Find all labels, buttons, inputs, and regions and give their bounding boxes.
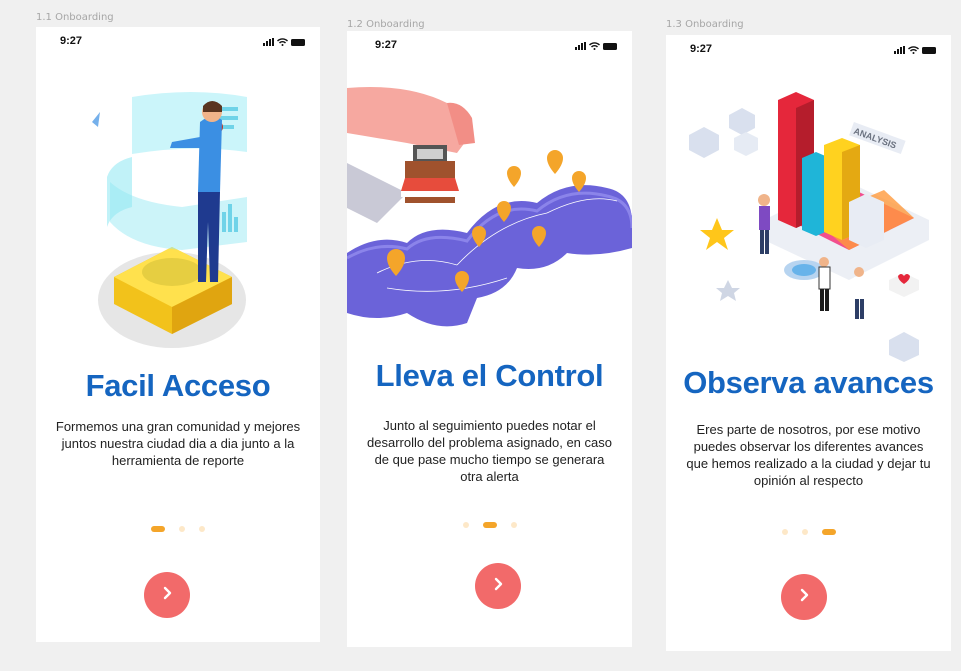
analytics-illustration: ANALYSIS bbox=[689, 92, 929, 362]
signal-icon bbox=[263, 38, 274, 46]
page-dot-1[interactable] bbox=[151, 526, 165, 532]
next-button[interactable] bbox=[781, 574, 827, 620]
page-dot-3[interactable] bbox=[510, 522, 517, 528]
battery-icon bbox=[603, 43, 618, 50]
signal-icon bbox=[575, 42, 586, 50]
screen-title: Facil Acceso bbox=[85, 368, 271, 403]
screen-description: Junto al seguimiento puedes notar el des… bbox=[367, 418, 612, 484]
page-dot-3[interactable] bbox=[199, 526, 205, 532]
page-dot-1[interactable] bbox=[462, 522, 469, 528]
onboarding-screen-3: 9:27 ANALYSIS Observa avances Eres parte… bbox=[666, 35, 951, 651]
pagination-dots bbox=[666, 529, 951, 535]
status-time: 9:27 bbox=[60, 35, 83, 47]
status-time: 9:27 bbox=[690, 43, 713, 55]
chevron-right-icon bbox=[159, 585, 175, 606]
next-button[interactable] bbox=[475, 563, 521, 609]
screen-description: Eres parte de nosotros, por ese motivo p… bbox=[686, 422, 931, 488]
frame-label: 1.3 Onboarding bbox=[666, 19, 744, 30]
next-button[interactable] bbox=[144, 572, 190, 618]
chevron-right-icon bbox=[490, 576, 506, 597]
wifi-icon bbox=[589, 42, 600, 50]
map-illustration bbox=[347, 87, 632, 327]
status-bar: 9:27 bbox=[347, 39, 632, 55]
screen-title: Observa avances bbox=[683, 365, 934, 400]
page-dot-2[interactable] bbox=[179, 526, 185, 532]
wifi-icon bbox=[908, 46, 919, 54]
page-dot-3[interactable] bbox=[821, 529, 836, 535]
screen-title: Lleva el Control bbox=[375, 358, 604, 393]
access-illustration bbox=[92, 92, 247, 348]
status-bar: 9:27 bbox=[36, 35, 320, 51]
battery-icon bbox=[922, 47, 937, 54]
onboarding-screen-2: 9:27 Lleva el Control Junto al seguimien… bbox=[347, 31, 632, 647]
page-dot-1[interactable] bbox=[781, 529, 788, 535]
status-icons bbox=[575, 42, 618, 50]
pagination-dots bbox=[347, 522, 632, 528]
onboarding-screen-1: 9:27 Facil Acceso Formemos una gran comu… bbox=[36, 27, 320, 642]
pagination-dots bbox=[36, 526, 320, 532]
signal-icon bbox=[894, 46, 905, 54]
screen-description: Formemos una gran comunidad y mejores ju… bbox=[55, 419, 301, 468]
status-icons bbox=[894, 46, 937, 54]
chevron-right-icon bbox=[796, 587, 812, 608]
frame-label: 1.2 Onboarding bbox=[347, 19, 425, 30]
frame-label: 1.1 Onboarding bbox=[36, 12, 114, 23]
status-time: 9:27 bbox=[375, 39, 398, 51]
status-icons bbox=[263, 38, 306, 46]
wifi-icon bbox=[277, 38, 288, 46]
page-dot-2[interactable] bbox=[482, 522, 497, 528]
page-dot-2[interactable] bbox=[801, 529, 808, 535]
battery-icon bbox=[291, 39, 306, 46]
status-bar: 9:27 bbox=[666, 43, 951, 59]
